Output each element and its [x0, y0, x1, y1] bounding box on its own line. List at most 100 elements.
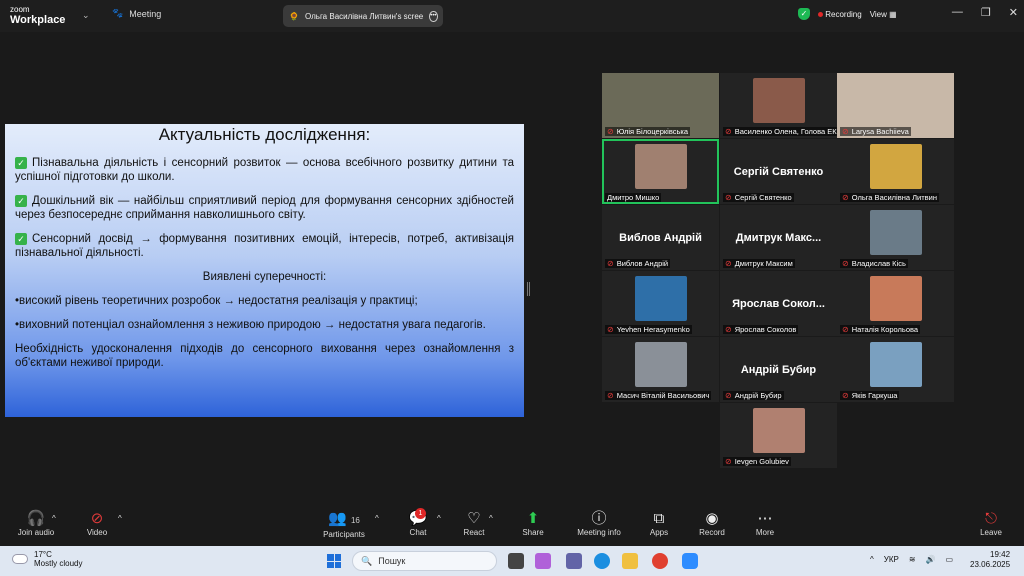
apps-icon: ⧉	[653, 510, 665, 527]
participant-tile[interactable]: Виблов Андрій ⊘ Виблов Андрій	[602, 205, 719, 270]
shared-screen-slide: Актуальність дослідження: ✓ Пізнавальна д…	[5, 124, 524, 417]
leave-button[interactable]: ⎋ Leave	[976, 510, 1006, 537]
audio-options-caret[interactable]: ^	[52, 514, 56, 523]
participant-video	[752, 78, 805, 123]
meeting-toolbar: 🎧 Join audio ^ ⊘ Video ^ 👥 16 Participants …	[0, 504, 1024, 546]
apps-button[interactable]: ⧉ Apps	[644, 510, 674, 537]
record-icon: ◉	[705, 510, 719, 527]
chevron-up-icon[interactable]: ^	[870, 555, 874, 564]
resize-handle[interactable]	[527, 282, 530, 296]
mic-muted-icon: ⊘	[725, 391, 732, 400]
participant-tile[interactable]: ⊘ Ievgen Golubiev	[720, 403, 837, 468]
participant-tile[interactable]: ⊘ Yevhen Herasymenko	[602, 271, 719, 336]
participant-label: Дмитро Мишко	[605, 193, 662, 202]
task-view-icon[interactable]	[508, 553, 524, 569]
mic-muted-icon: ⊘	[842, 325, 849, 334]
copilot-icon[interactable]	[535, 553, 551, 569]
participant-label: ⊘ Ievgen Golubiev	[723, 457, 791, 466]
meeting-menu[interactable]: 🐾 Meeting	[112, 8, 161, 19]
taskbar-search[interactable]: 🔍 Пошук	[352, 551, 497, 571]
record-button[interactable]: ◉ Record	[696, 510, 728, 537]
chevron-down-icon[interactable]: ⌄	[82, 10, 90, 21]
participant-label: ⊘ Наталія Корольова	[840, 325, 921, 334]
participant-name: Василенко Олена, Голова ЕК	[734, 127, 837, 136]
slide-conclusion: Необхідність удосконалення підходів до с…	[15, 343, 514, 369]
contradiction-item: •високий рівень теоретичних розробок → н…	[15, 295, 418, 307]
react-options-caret[interactable]: ^	[489, 514, 493, 523]
chat-badge: 1	[415, 508, 426, 519]
share-screen-icon: ⬆	[526, 510, 540, 527]
more-button[interactable]: ⋯ More	[750, 510, 780, 537]
meeting-status: ✓ Recording View ▦	[798, 8, 897, 20]
participant-video	[869, 144, 922, 189]
recording-indicator[interactable]: Recording	[818, 10, 862, 19]
screen-share-tab[interactable]: 🌻 Ольга Василівна Литвин's scree •••	[283, 5, 443, 27]
edge-icon[interactable]	[594, 553, 610, 569]
info-icon: ⓘ	[591, 510, 607, 527]
participant-label: ⊘ Василенко Олена, Голова ЕК	[723, 127, 837, 136]
leave-icon: ⎋	[985, 510, 997, 527]
mic-muted-icon: ⊘	[842, 259, 849, 268]
participant-tile[interactable]: ⊘ Larysa Bachiieva	[837, 73, 954, 138]
clock[interactable]: 19:42 23.06.2025	[970, 550, 1010, 570]
react-button[interactable]: ♡ React	[459, 510, 489, 537]
participant-tile[interactable]: Сергій Святенко ⊘ Сергій Святенко	[720, 139, 837, 204]
view-button[interactable]: View ▦	[870, 10, 897, 19]
chrome-icon[interactable]	[652, 553, 668, 569]
shield-icon[interactable]: ✓	[798, 8, 810, 20]
meeting-info-button[interactable]: ⓘ Meeting info	[574, 510, 624, 537]
participant-tile[interactable]: ⊘ Юлія Білоцерківська	[602, 73, 719, 138]
participant-label: ⊘ Виблов Андрій	[605, 259, 671, 268]
volume-icon[interactable]: 🔊	[926, 555, 936, 564]
minimize-icon[interactable]: —	[952, 6, 963, 19]
participant-name-display: Ярослав Сокол...	[732, 298, 825, 310]
participant-tile[interactable]: Андрій Бубир ⊘ Андрій Бубир	[720, 337, 837, 402]
teams-icon[interactable]	[566, 553, 582, 569]
participant-tile[interactable]: ⊘ Яків Гаркуша	[837, 337, 954, 402]
grid-icon: ▦	[889, 9, 897, 19]
participant-tile[interactable]: ⊘ Наталія Корольова	[837, 271, 954, 336]
participant-name-display: Сергій Святенко	[733, 166, 824, 178]
zoom-taskbar-icon[interactable]	[682, 553, 698, 569]
restore-icon[interactable]: ❐	[981, 6, 991, 19]
participant-tile[interactable]: Дмитро Мишко	[602, 139, 719, 204]
participant-name: Ярослав Соколов	[734, 325, 797, 334]
participant-tile[interactable]: Дмитрук Макс... ⊘ Дмитрук Максим	[720, 205, 837, 270]
mic-muted-icon: ⊘	[725, 193, 732, 202]
participant-tile[interactable]: ⊘ Владислав Кісь	[837, 205, 954, 270]
participant-name: Андрій Бубир	[734, 391, 782, 400]
participant-label: ⊘ Юлія Білоцерківська	[605, 127, 691, 136]
participant-name: Сергій Святенко	[734, 193, 792, 202]
file-explorer-icon[interactable]	[622, 553, 638, 569]
participant-label: ⊘ Андрій Бубир	[723, 391, 784, 400]
windows-start-icon[interactable]	[327, 554, 341, 568]
title-bar: zoom Workplace ⌄ 🐾 Meeting 🌻 Ольга Васил…	[0, 0, 1024, 32]
participant-video	[869, 276, 922, 321]
heart-icon: ♡	[467, 510, 481, 527]
chat-button[interactable]: 💬1Chat	[403, 508, 433, 537]
wifi-icon[interactable]: ≋	[909, 555, 916, 564]
participant-tile[interactable]: ⊘ Василенко Олена, Голова ЕК	[720, 73, 837, 138]
contradictions-title: Виявлені суперечності:	[202, 271, 327, 283]
video-button[interactable]: ⊘ Video	[80, 510, 114, 537]
participants-options-caret[interactable]: ^	[375, 514, 379, 523]
slide-title: Актуальність дослідження:	[158, 125, 371, 144]
participant-tile[interactable]: ⊘ Ольга Василівна Литвин	[837, 139, 954, 204]
language-indicator[interactable]: УКР	[884, 555, 899, 564]
chat-options-caret[interactable]: ^	[437, 514, 441, 523]
more-options-icon[interactable]: •••	[429, 10, 438, 22]
participant-tile[interactable]: ⊘ Масич Віталій Васильович	[602, 337, 719, 402]
cloud-icon	[12, 554, 28, 564]
weather-widget[interactable]: 17°C Mostly cloudy	[12, 550, 82, 568]
battery-icon[interactable]: ▭	[946, 555, 954, 564]
share-button[interactable]: ⬆ Share	[518, 510, 548, 537]
close-icon[interactable]: ✕	[1009, 6, 1018, 19]
system-tray: ^ УКР ≋ 🔊 ▭	[870, 555, 953, 564]
mic-muted-icon: ⊘	[607, 259, 614, 268]
participant-name: Наталія Корольова	[851, 325, 919, 334]
video-options-caret[interactable]: ^	[118, 514, 122, 523]
participant-name-display: Андрій Бубир	[740, 364, 817, 376]
participants-button[interactable]: 👥 16 Participants	[320, 510, 368, 539]
participant-tile[interactable]: Ярослав Сокол... ⊘ Ярослав Соколов	[720, 271, 837, 336]
mic-muted-icon: ⊘	[607, 325, 614, 334]
